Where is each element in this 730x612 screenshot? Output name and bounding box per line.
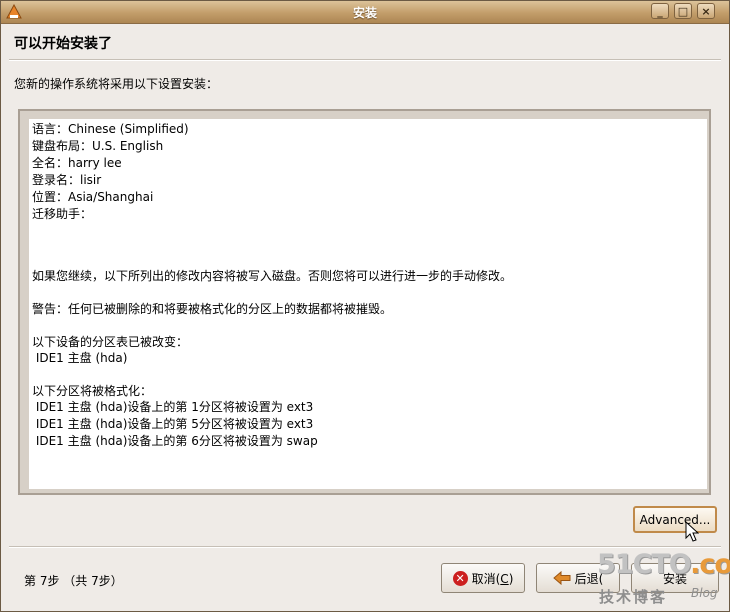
summary-format-item: IDE1 主盘 (hda)设备上的第 5分区将被设置为 ext3 <box>32 417 314 431</box>
window-title: 安装 <box>352 6 377 20</box>
summary-text-area[interactable]: 语言：Chinese (Simplified) 键盘布局：U.S. Englis… <box>29 119 707 489</box>
footer-separator <box>9 546 721 548</box>
cancel-button[interactable]: ✕ 取消(C) <box>441 563 525 593</box>
watermark-tech-blog: 技术博客 <box>599 588 668 606</box>
header-separator <box>9 59 721 61</box>
close-button[interactable]: × <box>697 3 715 19</box>
summary-fullname: 全名：harry lee <box>32 156 122 170</box>
maximize-button[interactable]: □ <box>674 3 692 19</box>
summary-partition-device: IDE1 主盘 (hda) <box>32 351 128 365</box>
title-bar[interactable]: 安装 _ □ × <box>1 1 729 24</box>
watermark-site: 51CTO.com <box>597 549 730 580</box>
watermark-blog: Blog <box>691 586 718 600</box>
cancel-button-label: 取消(C) <box>471 571 514 586</box>
summary-keyboard: 键盘布局：U.S. English <box>32 139 164 153</box>
summary-format-item: IDE1 主盘 (hda)设备上的第 1分区将被设置为 ext3 <box>32 400 314 414</box>
summary-login: 登录名：lisir <box>32 173 102 187</box>
summary-location: 位置：Asia/Shanghai <box>32 190 154 204</box>
summary-format-header: 以下分区将被格式化： <box>32 384 153 398</box>
page-subtitle: 您新的操作系统将采用以下设置安装： <box>14 77 219 91</box>
summary-continue-notice: 如果您继续，以下所列出的修改内容将被写入磁盘。否则您将可以进行进一步的手动修改。 <box>32 269 513 283</box>
back-arrow-icon <box>552 571 571 585</box>
summary-warning: 警告：任何已被删除的和将要被格式化的分区上的数据都将被摧毁。 <box>32 302 393 316</box>
summary-format-item: IDE1 主盘 (hda)设备上的第 6分区将被设置为 swap <box>32 434 318 448</box>
step-indicator: 第 7步 （共 7步） <box>24 574 123 588</box>
advanced-button-label: Advanced... <box>639 512 711 527</box>
summary-language: 语言：Chinese (Simplified) <box>32 122 189 136</box>
summary-migration: 迁移助手： <box>32 207 93 221</box>
minimize-button[interactable]: _ <box>651 3 669 19</box>
installer-window: 安装 _ □ × 可以开始安装了 您新的操作系统将采用以下设置安装： 语言：Ch… <box>0 0 730 612</box>
advanced-button[interactable]: Advanced... <box>633 506 717 533</box>
page-heading: 可以开始安装了 <box>14 36 112 52</box>
mouse-pointer-icon <box>685 521 699 542</box>
cancel-icon: ✕ <box>452 570 468 586</box>
summary-partition-header: 以下设备的分区表已被改变： <box>32 335 189 349</box>
